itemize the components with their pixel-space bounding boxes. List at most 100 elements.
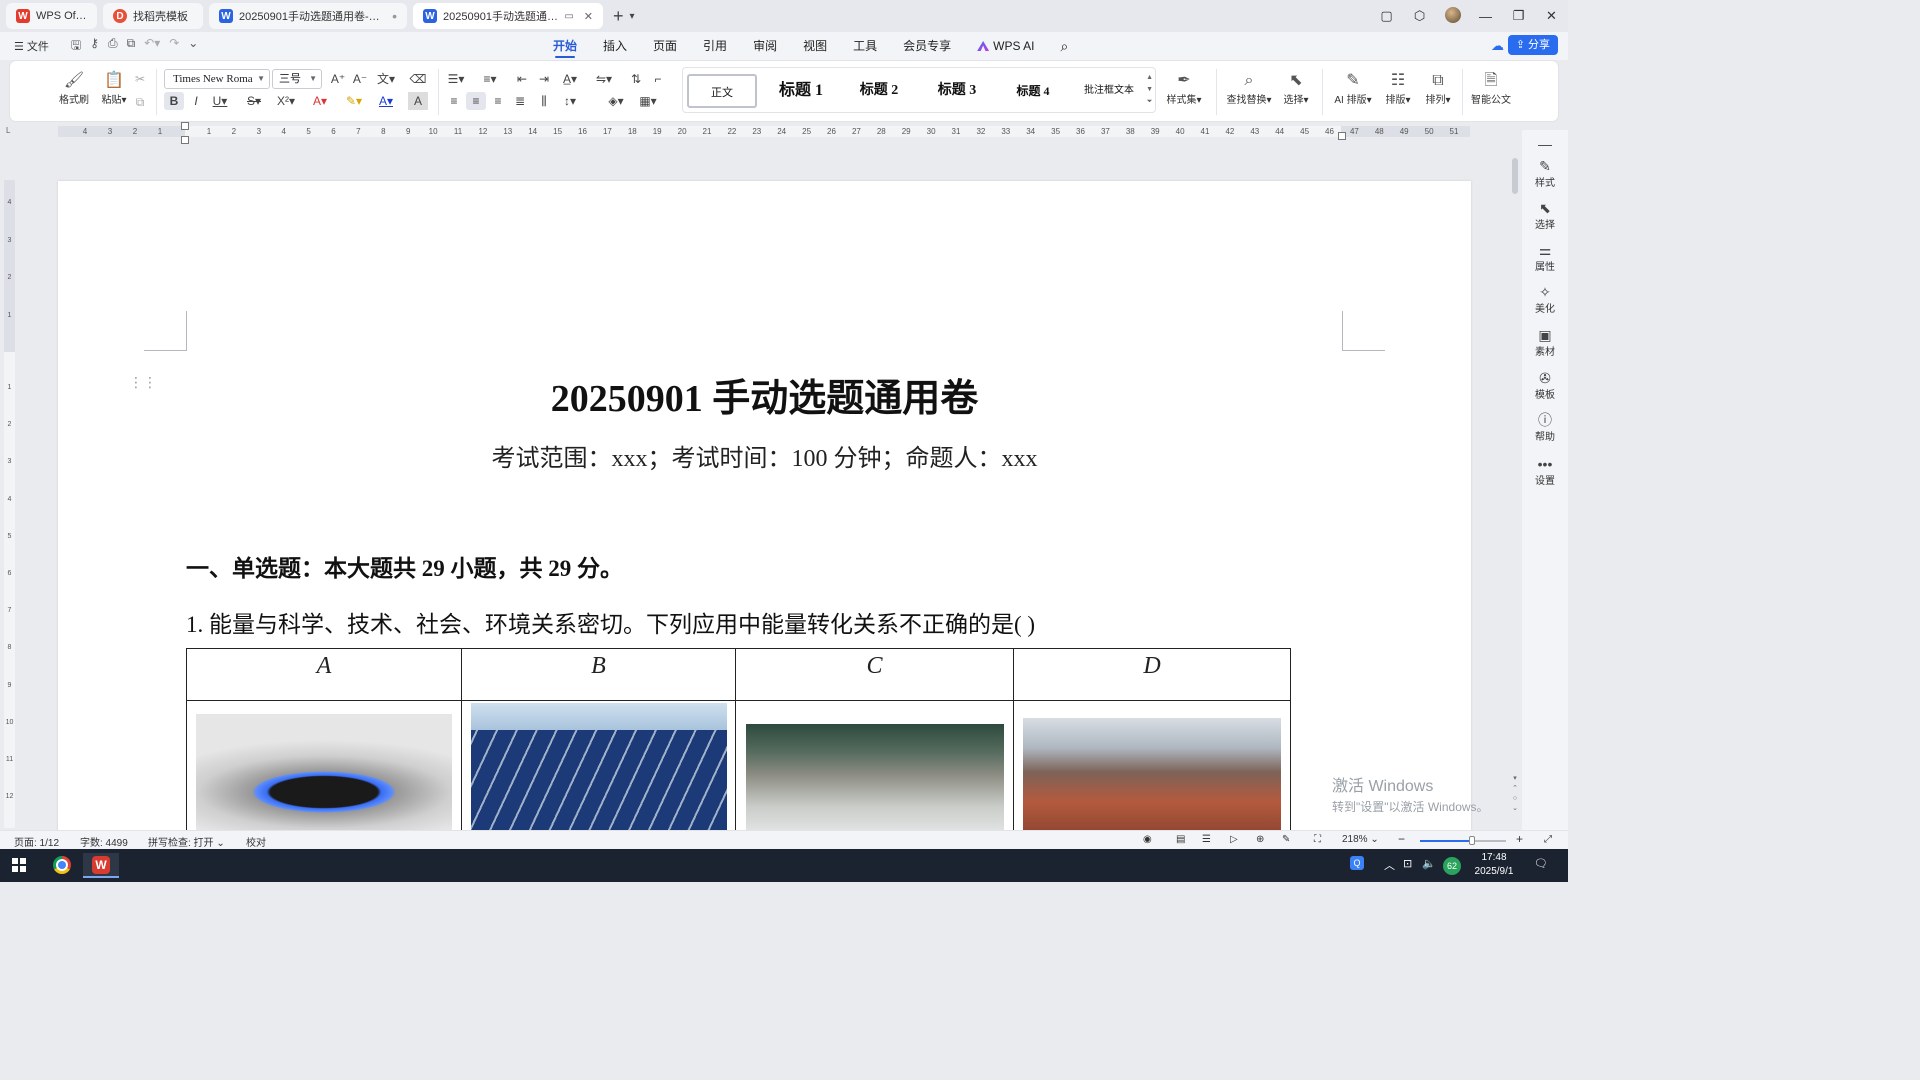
menu-home[interactable]: 开始 xyxy=(553,32,577,60)
option-label-a[interactable]: A xyxy=(186,648,462,701)
fit-page-icon[interactable]: ⛶ xyxy=(1314,834,1321,845)
tab-wps-office[interactable]: W WPS Office xyxy=(6,3,97,29)
print-preview-icon[interactable]: ⧉ xyxy=(127,36,136,57)
menu-review[interactable]: 审阅 xyxy=(753,32,777,60)
eye-icon[interactable]: ◉ xyxy=(1143,834,1152,845)
char-shading-icon[interactable]: A xyxy=(408,92,428,110)
proofread-button[interactable]: 校对 xyxy=(246,834,266,849)
zoom-out-icon[interactable]: − xyxy=(1398,832,1405,846)
find-replace-button[interactable]: ⌕ 查找替换▾ xyxy=(1224,71,1274,106)
save-icon[interactable]: 🖫 xyxy=(71,36,81,57)
paste-button[interactable]: 📋 粘贴▾ xyxy=(94,71,134,106)
panel-settings[interactable]: ••• 设置 xyxy=(1522,456,1568,487)
page-nav-icon[interactable]: ▾ ⌃ ○ ⌄ xyxy=(1510,774,1520,814)
cube-icon[interactable]: ⬡ xyxy=(1403,8,1436,24)
window-icon[interactable]: ▭ xyxy=(564,11,573,22)
panel-beautify[interactable]: ✧ 美化 xyxy=(1522,284,1568,315)
menu-page[interactable]: 页面 xyxy=(653,32,677,60)
select-button[interactable]: ⬉ 选择▾ xyxy=(1274,71,1318,106)
taskbar-clock[interactable]: 17:48 2025/9/1 xyxy=(1470,851,1518,879)
panel-help[interactable]: ⓘ 帮助 xyxy=(1522,412,1568,443)
key-icon[interactable]: ⚷ xyxy=(90,36,99,57)
style-heading-4[interactable]: 标题 4 xyxy=(997,74,1069,108)
search-icon[interactable]: ⌕ xyxy=(1060,32,1068,60)
menu-references[interactable]: 引用 xyxy=(703,32,727,60)
cut-icon[interactable]: ✂ xyxy=(130,70,150,88)
decrease-indent-icon[interactable]: ⇤ xyxy=(512,70,532,88)
arrange-button[interactable]: ⧉ 排列▾ xyxy=(1418,71,1458,106)
menu-tools[interactable]: 工具 xyxy=(853,32,877,60)
document-page[interactable]: ⋮⋮ 20250901 手动选题通用卷 考试范围：xxx；考试时间：100 分钟… xyxy=(58,181,1471,841)
play-icon[interactable]: ▷ xyxy=(1230,834,1238,845)
option-cell-a[interactable] xyxy=(186,700,462,841)
question-1[interactable]: 1. 能量与科学、技术、社会、环境关系密切。下列应用中能量转化关系不正确的是( … xyxy=(186,605,1035,639)
style-comment-text[interactable]: 批注框文本 xyxy=(1075,74,1143,108)
undo-icon[interactable]: ↶▾ xyxy=(144,36,160,57)
style-scroll-icon[interactable]: ▲ ▼ ⏷ xyxy=(1146,72,1153,108)
taskbar-chrome[interactable] xyxy=(44,853,80,878)
network-icon[interactable]: ⊡ xyxy=(1403,857,1412,870)
text-effect-icon[interactable]: A▾ xyxy=(310,92,330,110)
gas-stove-image[interactable] xyxy=(196,714,452,841)
increase-indent-icon[interactable]: ⇥ xyxy=(534,70,554,88)
more-chevron-icon[interactable]: ⌄ xyxy=(188,36,198,57)
page-view-icon[interactable]: ▤ xyxy=(1176,834,1185,845)
options-table[interactable]: A B C D xyxy=(186,648,1291,841)
highlight-icon[interactable]: ✎▾ xyxy=(344,92,364,110)
style-set-button[interactable]: ✒ 样式集▾ xyxy=(1162,71,1206,106)
font-size-select[interactable]: 三号 ▼ xyxy=(272,69,322,89)
close-window-icon[interactable]: ✕ xyxy=(1535,8,1568,24)
panel-styles[interactable]: ✎ 样式 xyxy=(1522,158,1568,189)
align-right-icon[interactable]: ≡ xyxy=(488,92,508,110)
panel-templates[interactable]: ✇ 模板 xyxy=(1522,370,1568,401)
taskbar-wps[interactable]: W xyxy=(83,853,119,878)
document-title[interactable]: 20250901 手动选题通用卷 xyxy=(58,367,1471,422)
avatar[interactable] xyxy=(1436,6,1469,26)
option-label-d[interactable]: D xyxy=(1013,648,1291,701)
font-name-select[interactable]: Times New Roma ▼ xyxy=(164,69,270,89)
tab-list-chevron-icon[interactable]: ▾ xyxy=(630,11,635,22)
horizontal-ruler[interactable]: 4 3 2 1 1 2 3 4 5 6 7 8 9 10 11 12 13 14 15 16 17 18 19 20 21 22 2… xyxy=(58,126,1470,137)
spell-check-toggle[interactable]: 拼写检查: 打开 ⌄ xyxy=(148,834,225,849)
chinese-layout-icon[interactable]: A̲▾ xyxy=(560,70,580,88)
tab-stop-selector[interactable]: L xyxy=(6,126,10,135)
hydro-dam-image[interactable] xyxy=(745,724,1004,834)
tab-document-active[interactable]: W 20250901手动选题通用卷-E ▭ ✕ xyxy=(413,3,603,29)
zoom-slider-handle[interactable] xyxy=(1468,836,1475,845)
vertical-ruler[interactable]: 4 3 2 1 1 2 3 4 5 6 7 8 9 10 11 12 xyxy=(4,180,15,828)
option-label-b[interactable]: B xyxy=(461,648,736,701)
document-subtitle[interactable]: 考试范围：xxx；考试时间：100 分钟；命题人：xxx xyxy=(58,438,1471,473)
underline-icon[interactable]: U▾ xyxy=(210,92,230,110)
factory-image[interactable] xyxy=(1023,718,1281,838)
share-button[interactable]: ⇪ 分享 xyxy=(1507,35,1558,55)
option-cell-b[interactable] xyxy=(461,700,736,841)
new-tab-icon[interactable]: + xyxy=(613,6,624,27)
notification-icon[interactable]: 🗨 xyxy=(1534,857,1548,870)
file-menu[interactable]: ☰ 文件 xyxy=(14,38,49,54)
tray-app-icon[interactable]: Q xyxy=(1350,856,1364,870)
style-heading-1[interactable]: 标题 1 xyxy=(765,74,837,108)
outline-view-icon[interactable]: ☰ xyxy=(1202,834,1211,845)
collapse-panel-icon[interactable]: — xyxy=(1522,136,1568,152)
restore-icon[interactable]: ❐ xyxy=(1502,8,1535,24)
vertical-scrollbar[interactable]: ▾ ⌃ ○ ⌄ xyxy=(1510,140,1520,830)
menu-wps-ai[interactable]: WPS AI xyxy=(977,32,1034,60)
web-view-icon[interactable]: ⊕ xyxy=(1256,834,1264,845)
tray-chevron-icon[interactable]: ︿ xyxy=(1384,857,1395,873)
clear-format-icon[interactable]: ⌫ xyxy=(408,70,428,88)
align-left-icon[interactable]: ≡ xyxy=(444,92,464,110)
left-indent-handle[interactable] xyxy=(181,136,189,144)
menu-view[interactable]: 视图 xyxy=(803,32,827,60)
ai-layout-button[interactable]: ✎ AI 排版▾ xyxy=(1328,71,1378,106)
shrink-font-icon[interactable]: A⁻ xyxy=(350,70,370,88)
layout-icon[interactable]: ▢ xyxy=(1370,8,1403,24)
tab-docer-templates[interactable]: D 找稻壳模板 xyxy=(103,3,203,29)
bullet-list-icon[interactable]: ☰▾ xyxy=(446,70,466,88)
print-icon[interactable]: ⎙ xyxy=(108,36,118,57)
show-marks-icon[interactable]: ⌐ xyxy=(648,70,668,88)
superscript-icon[interactable]: X²▾ xyxy=(276,92,296,110)
line-spacing-icon[interactable]: ↕▾ xyxy=(560,92,580,110)
grow-font-icon[interactable]: A⁺ xyxy=(328,70,348,88)
redo-icon[interactable]: ↷ xyxy=(169,36,179,57)
zoom-level[interactable]: 218% ⌄ xyxy=(1342,834,1379,845)
